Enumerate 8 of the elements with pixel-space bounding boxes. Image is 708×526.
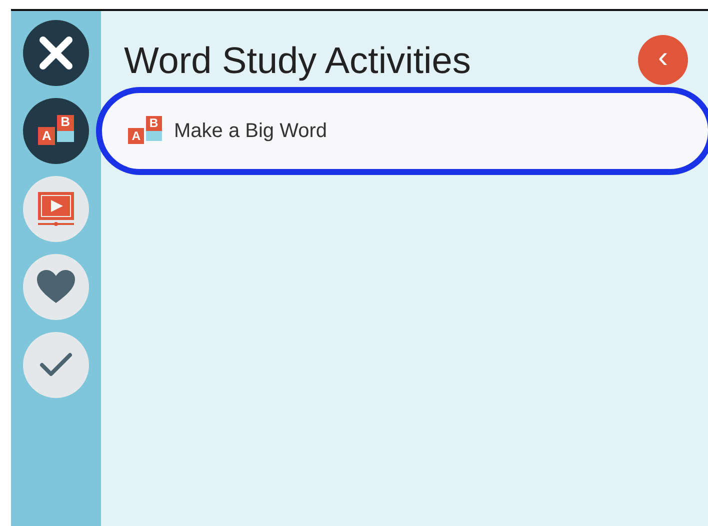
checkmark-icon [39,352,73,378]
sidebar-button[interactable]: A B [23,98,89,164]
back-button[interactable]: ‹ [638,35,688,85]
activity-item[interactable]: A B Make a Big Word [96,87,708,175]
video-player-icon [36,190,76,228]
page-title: Word Study Activities [124,42,471,78]
close-icon [37,34,75,72]
heart-icon [37,270,75,304]
